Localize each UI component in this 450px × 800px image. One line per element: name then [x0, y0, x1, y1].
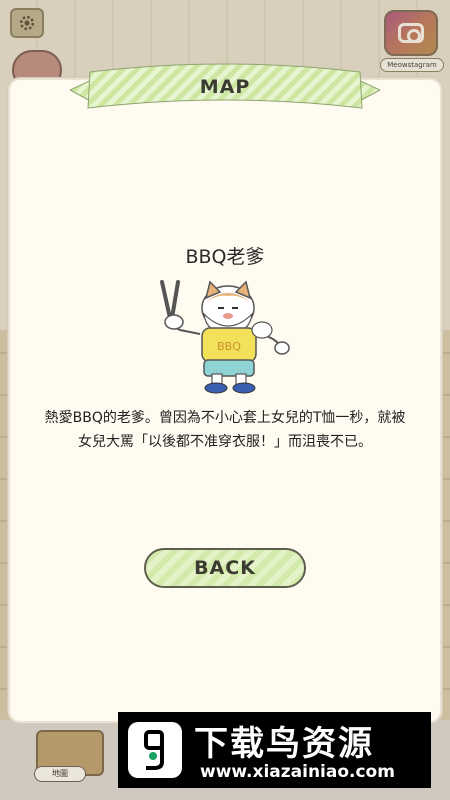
character-description: 熱愛BBQ的老爹。曾因為不小心套上女兒的T恤一秒，就被女兒大罵「以後都不准穿衣服…	[44, 410, 406, 450]
dialog-title: MAP	[199, 76, 251, 98]
instagram-label: Meowstagram	[380, 58, 444, 72]
back-button[interactable]: BACK	[144, 548, 306, 588]
watermark-title: 下载鸟资源	[194, 724, 374, 764]
tongs-icon	[160, 280, 180, 320]
settings-button[interactable]	[10, 8, 44, 38]
watermark-banner: 下载鸟资源 www.xiazainiao.com	[118, 712, 431, 788]
shirt-text: BBQ	[217, 340, 241, 353]
character-portrait: BBQ	[160, 280, 290, 394]
dialog-title-ribbon: MAP	[70, 62, 380, 120]
instagram-button[interactable]	[384, 10, 438, 56]
camera-icon	[398, 23, 424, 43]
watermark-url: www.xiazainiao.com	[200, 762, 395, 782]
gear-icon	[19, 15, 35, 31]
bird-logo-icon	[144, 730, 164, 770]
character-dialog	[8, 78, 442, 723]
back-button-label: BACK	[194, 557, 256, 579]
watermark-logo	[128, 722, 182, 778]
character-name: BBQ老爹	[185, 246, 265, 268]
map-button-label: 地圖	[34, 766, 86, 782]
